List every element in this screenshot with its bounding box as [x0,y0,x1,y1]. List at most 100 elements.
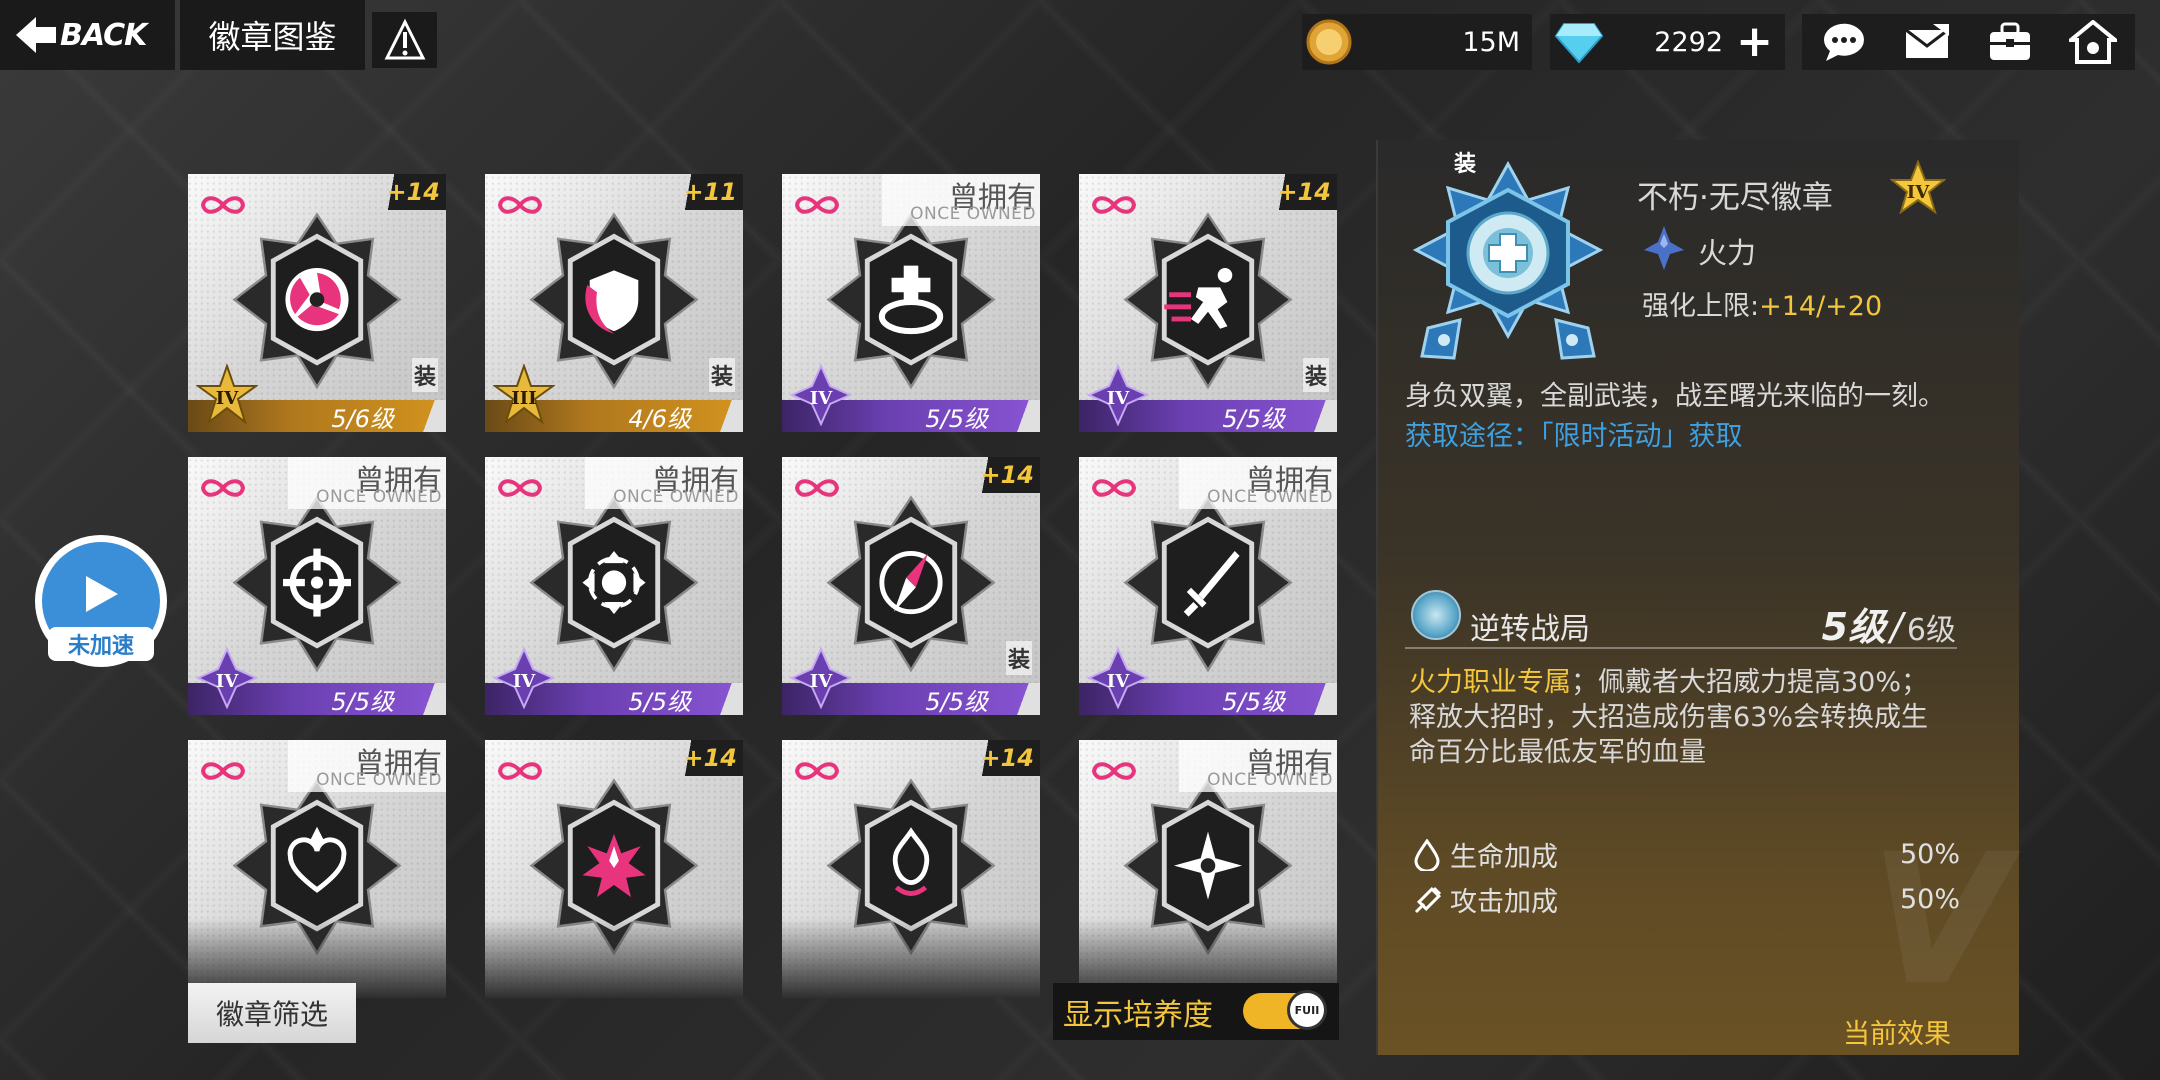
info-button[interactable] [372,12,437,68]
skill-name: 逆转战局 [1470,612,1590,647]
chat-icon[interactable] [1820,20,1868,64]
badge-card[interactable]: +11 4/6级 III 装 [485,174,743,432]
skill-icon [1411,590,1461,640]
bar-corner [416,400,446,432]
skill-desc-line3: 命百分比最低友军的血量 [1409,737,1706,768]
gem-counter: 2292 + [1550,14,1785,70]
speed-label: 未加速 [48,627,154,661]
back-button[interactable]: BACK [0,0,175,70]
once-owned-en: ONCE OWNED [1207,487,1333,507]
once-owned-en: ONCE OWNED [613,487,739,507]
enhance-level-tag: +11 [673,174,743,210]
shuriken-icon [1123,778,1293,956]
once-owned-tag: 曾拥有 ONCE OWNED [882,174,1040,226]
badge-card[interactable]: 曾拥有 ONCE OWNED 5/5级 IV [485,457,743,715]
info-icon [384,18,425,60]
detail-upgrade-limit: 强化上限:+14/+20 [1642,284,1882,323]
show-progress-switch[interactable]: FUII [1243,990,1327,1030]
level-text: 4/6级 [628,404,691,433]
equipped-tag: 装 [1302,358,1329,392]
heart-icon [232,778,402,956]
coin-value: 15M [1462,26,1520,58]
stat-hp-value: 50% [1899,839,1960,870]
level-text: 5/5级 [1222,687,1285,716]
flame-icon [826,778,996,956]
bar-corner [1307,400,1337,432]
detail-badge-name: 不朽·无尽徽章 [1637,180,1833,216]
skill-description: 火力职业专属；佩戴者大招威力提高30%； 释放大招时，大招造成伤害63%会转换成… [1409,665,1969,770]
play-icon [86,576,118,612]
skill-level-current: 5级 [1821,605,1887,649]
badge-card[interactable]: 曾拥有 ONCE OWNED 5/5级 IV [1079,457,1337,715]
badge-card[interactable]: 曾拥有 ONCE OWNED [188,740,446,998]
once-owned-tag: 曾拥有 ONCE OWNED [288,740,446,792]
mail-icon[interactable] [1903,22,1951,62]
rank-text: III [511,388,536,409]
coin-counter: 15M [1302,14,1532,70]
once-owned-tag: 曾拥有 ONCE OWNED [1179,740,1337,792]
back-label: BACK [60,17,147,53]
badge-card[interactable]: +14 5/5级 IV 装 [782,457,1040,715]
rank-text: IV [513,671,536,692]
purple-rank-star-icon: IV [1087,364,1149,426]
gem-value: 2292 [1654,26,1723,58]
equipped-tag: 装 [708,358,735,392]
badge-card[interactable]: +14 5/5级 IV 装 [1079,174,1337,432]
diamond-icon [1554,23,1604,64]
enhance-level-tag: +14 [970,740,1040,776]
enhance-level-tag: +14 [376,174,446,210]
source-label: 获取途径： [1405,421,1540,452]
badge-card[interactable]: 曾拥有 ONCE OWNED 5/5级 IV [188,457,446,715]
gold-rank-star-icon: IV [196,364,258,425]
enhance-level-tag: +14 [970,457,1040,493]
level-text: 5/5级 [331,687,394,716]
once-owned-tag: 曾拥有 ONCE OWNED [585,457,743,509]
stat-atk-value: 50% [1899,884,1960,915]
badge-filter-button[interactable]: 徽章筛选 [188,983,356,1043]
detail-source-link[interactable]: 获取途径：「限时活动」获取 [1405,414,1743,453]
bar-corner [416,683,446,715]
detail-description: 身负双翼，全副武装，战至曙光来临的一刻。 [1405,381,1945,412]
equipped-tag: 装 [1005,641,1032,675]
syringe-icon [1414,886,1442,913]
once-owned-en: ONCE OWNED [1207,770,1333,790]
switch-knob: FUII [1287,990,1327,1030]
speed-button[interactable]: 未加速 [35,535,167,667]
badge-card[interactable]: 曾拥有 ONCE OWNED 5/5级 IV [782,174,1040,432]
badge-card[interactable]: +14 [485,740,743,998]
once-owned-tag: 曾拥有 ONCE OWNED [1179,457,1337,509]
level-text: 5/5级 [925,687,988,716]
skill-desc-highlight: 火力职业专属 [1409,667,1571,698]
rank-text: IV [1107,388,1130,409]
firepower-class-icon [1644,226,1684,270]
back-arrow-icon [16,17,56,53]
rank-text: IV [216,671,239,692]
rank-text: IV [216,388,239,409]
level-text: 5/5级 [1222,404,1285,433]
badge-card[interactable]: 曾拥有 ONCE OWNED [1079,740,1337,998]
detail-rank-star-icon: IV [1890,160,1946,215]
detail-equipped-tag: 装 [1454,152,1477,177]
equipped-tag: 装 [411,358,438,392]
bag-icon[interactable] [1986,20,2034,64]
once-owned-en: ONCE OWNED [316,770,442,790]
skill-desc-line2: 释放大招时，大招造成伤害63%会转换成生 [1409,702,1929,733]
once-owned-en: ONCE OWNED [910,204,1036,224]
limit-label: 强化上限: [1642,291,1760,322]
show-progress-label: 显示培养度 [1063,997,1213,1033]
badge-card[interactable]: +14 5/6级 IV 装 [188,174,446,432]
add-gems-button[interactable]: + [1736,20,1773,64]
home-icon[interactable] [2069,20,2118,64]
stat-hp-label: 生命加成 [1450,842,1558,873]
limit-value: +14/+20 [1759,291,1883,322]
purple-rank-star-icon: IV [790,647,852,709]
badge-card[interactable]: +14 [782,740,1040,998]
rank-text: IV [1107,671,1130,692]
purple-rank-star-icon: IV [493,647,555,709]
skill-level: 5级 / 6级 [1822,596,1956,651]
level-text: 5/5级 [628,687,691,716]
purple-rank-star-icon: IV [790,364,852,426]
detail-badge-icon [1412,160,1604,360]
purple-rank-star-icon: IV [1087,647,1149,709]
stat-hp-bonus: 生命加成 50% [1412,835,1960,874]
